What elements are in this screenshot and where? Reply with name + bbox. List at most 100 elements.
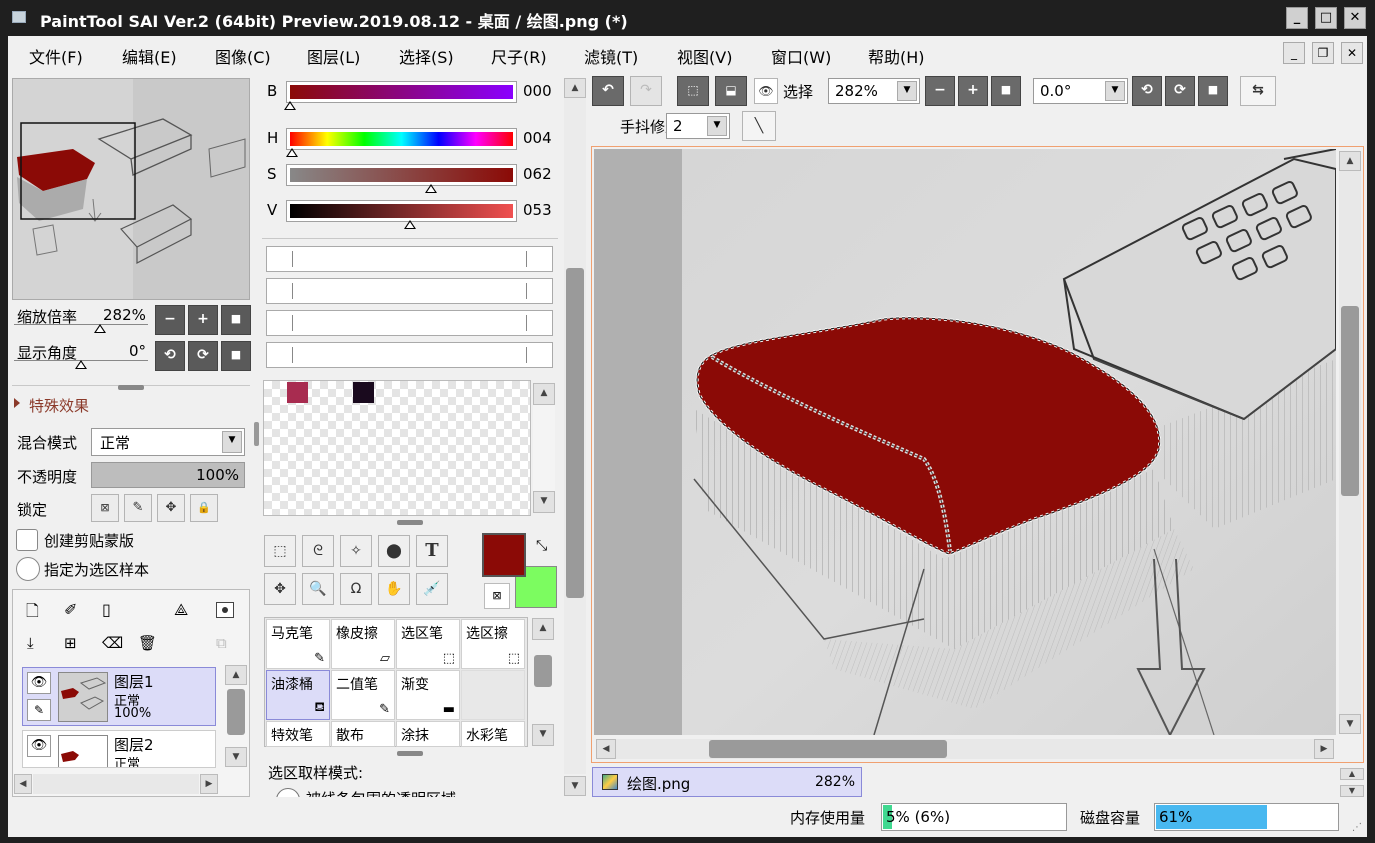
clip-checkbox[interactable] (16, 529, 38, 551)
canvas-rotate-right-button[interactable]: ⟳ (1165, 76, 1195, 106)
bucket-option-radio[interactable] (276, 788, 300, 797)
menu-select[interactable]: 选择(S) (399, 44, 454, 68)
panel-split-handle[interactable] (254, 422, 259, 446)
scroll-down-button[interactable]: ▼ (225, 747, 247, 767)
close-button[interactable]: ✕ (1344, 7, 1366, 29)
tool-cell[interactable]: 橡皮擦 ▱ (331, 619, 395, 669)
rotate-reset-button[interactable]: ■ (221, 341, 251, 371)
rotate-right-button[interactable]: ⟳ (188, 341, 218, 371)
swap-colors-icon[interactable]: ⤡ (536, 538, 547, 554)
rect-select-icon[interactable]: ⬚ (264, 535, 296, 567)
tab-scroll-up-button[interactable]: ▲ (1340, 768, 1364, 780)
brush-slider[interactable] (266, 246, 553, 272)
tool-cell[interactable]: 渐变 ▬ (396, 670, 460, 720)
zoom-slider-thumb[interactable] (94, 324, 106, 333)
scroll-left-button[interactable]: ◀ (596, 739, 616, 759)
tool-cell[interactable]: 选区擦 ⬚ (461, 619, 525, 669)
tool-cell[interactable]: 选区笔 ⬚ (396, 619, 460, 669)
lock-transparency-icon[interactable]: ⊠ (91, 494, 119, 522)
expand-arrow-icon[interactable] (14, 398, 20, 408)
angle-slider-thumb[interactable] (75, 360, 87, 369)
scroll-left-button[interactable]: ◀ (14, 774, 32, 794)
canvas[interactable] (594, 149, 1336, 735)
scroll-down-button[interactable]: ▼ (532, 724, 554, 746)
canvas-rotate-left-button[interactable]: ⟲ (1132, 76, 1162, 106)
canvas-zoom-reset-button[interactable]: ■ (991, 76, 1021, 106)
pen-icon[interactable]: ✎ (27, 699, 51, 721)
lock-all-icon[interactable]: 🔒 (190, 494, 218, 522)
brush-slider[interactable] (266, 342, 553, 368)
horizontal-scroll-track[interactable] (33, 774, 199, 794)
transparent-color-icon[interactable]: ⊠ (484, 583, 510, 609)
scroll-down-button[interactable]: ▼ (533, 491, 555, 513)
scroll-right-button[interactable]: ▶ (200, 774, 218, 794)
mdi-close-button[interactable]: ✕ (1341, 42, 1363, 64)
color-swatch[interactable] (353, 382, 374, 403)
scroll-thumb[interactable] (566, 268, 584, 598)
stabilizer-select[interactable]: 2 ▼ (666, 113, 730, 139)
sample-radio[interactable] (16, 557, 40, 581)
hand-icon[interactable]: ✋ (378, 573, 410, 605)
color-v-slider[interactable] (286, 200, 517, 222)
clear-layer-icon[interactable]: ⌫ (102, 634, 123, 652)
color-s-thumb[interactable] (424, 184, 437, 193)
undo-button[interactable]: ↶ (592, 76, 624, 106)
lasso-icon[interactable]: ᘓ (302, 535, 334, 567)
lock-paint-icon[interactable]: ✎ (124, 494, 152, 522)
scroll-thumb[interactable] (534, 655, 552, 687)
eyedropper-icon[interactable]: 💉 (416, 573, 448, 605)
tool-cell[interactable]: 特效笔 (266, 721, 330, 747)
maximize-button[interactable]: □ (1315, 7, 1337, 29)
visibility-eye-icon[interactable]: 👁 (27, 735, 51, 757)
lock-move-icon[interactable]: ✥ (157, 494, 185, 522)
scroll-track[interactable] (533, 405, 555, 491)
tool-cell[interactable]: 水彩笔 (461, 721, 525, 747)
color-h-slider[interactable] (286, 128, 517, 150)
delete-layer-icon[interactable]: 🗑 (138, 634, 157, 652)
scroll-down-button[interactable]: ▼ (564, 776, 586, 796)
panel-resize-handle[interactable] (397, 520, 423, 525)
menu-edit[interactable]: 编辑(E) (122, 44, 177, 68)
line-tool-button[interactable]: ╲ (742, 111, 776, 141)
color-s-slider[interactable] (286, 164, 517, 186)
new-folder-icon[interactable]: ▯ (102, 600, 111, 619)
scroll-thumb[interactable] (227, 689, 245, 735)
scroll-up-button[interactable]: ▲ (225, 665, 247, 685)
deselect-button[interactable]: ⬚ (677, 76, 709, 106)
blend-mode-select[interactable]: 正常 ▼ (91, 428, 245, 456)
zoom-icon[interactable]: 🔍 (302, 573, 334, 605)
rotate-left-button[interactable]: ⟲ (155, 341, 185, 371)
layer-row[interactable]: 👁 图层2 正常 (22, 730, 216, 768)
scroll-thumb[interactable] (1341, 306, 1359, 496)
angle-select[interactable]: 0.0° ▼ (1033, 78, 1128, 104)
layer-row[interactable]: 👁 ✎ 图层1 正常 100% (22, 667, 216, 726)
flip-horizontal-button[interactable]: ⇆ (1240, 76, 1276, 106)
color-b-slider[interactable] (286, 81, 517, 103)
tool-cell[interactable]: 散布 (331, 721, 395, 747)
primary-color[interactable] (482, 533, 526, 577)
new-linework-layer-icon[interactable]: ✐ (64, 600, 77, 619)
rotate-icon[interactable]: Ω (340, 573, 372, 605)
mdi-minimize-button[interactable]: _ (1283, 42, 1305, 64)
magic-wand-icon[interactable]: ✧ (340, 535, 372, 567)
scroll-down-button[interactable]: ▼ (1339, 714, 1361, 734)
menu-layer[interactable]: 图层(L) (307, 44, 360, 68)
invert-selection-button[interactable]: ⬓ (715, 76, 747, 106)
zoom-slider[interactable] (14, 324, 148, 325)
text-tool-icon[interactable]: T (416, 535, 448, 567)
mdi-restore-button[interactable]: ❐ (1312, 42, 1334, 64)
scroll-right-button[interactable]: ▶ (1314, 739, 1334, 759)
menu-view[interactable]: 视图(V) (677, 44, 732, 68)
canvas-zoom-out-button[interactable]: − (925, 76, 955, 106)
canvas-zoom-in-button[interactable]: + (958, 76, 988, 106)
panel-resize-handle[interactable] (118, 385, 144, 390)
document-tab[interactable]: 绘图.png 282% (592, 767, 862, 797)
merge-down-icon[interactable]: ⊞ (64, 634, 77, 652)
zoom-in-button[interactable]: + (188, 305, 218, 335)
apply-mask-icon[interactable] (216, 602, 234, 618)
tool-cell[interactable]: 二值笔 ✎ (331, 670, 395, 720)
menu-image[interactable]: 图像(C) (215, 44, 271, 68)
brush-slider[interactable] (266, 278, 553, 304)
tool-cell[interactable]: 油漆桶 ⛾ (266, 670, 330, 720)
redo-button[interactable]: ↷ (630, 76, 662, 106)
